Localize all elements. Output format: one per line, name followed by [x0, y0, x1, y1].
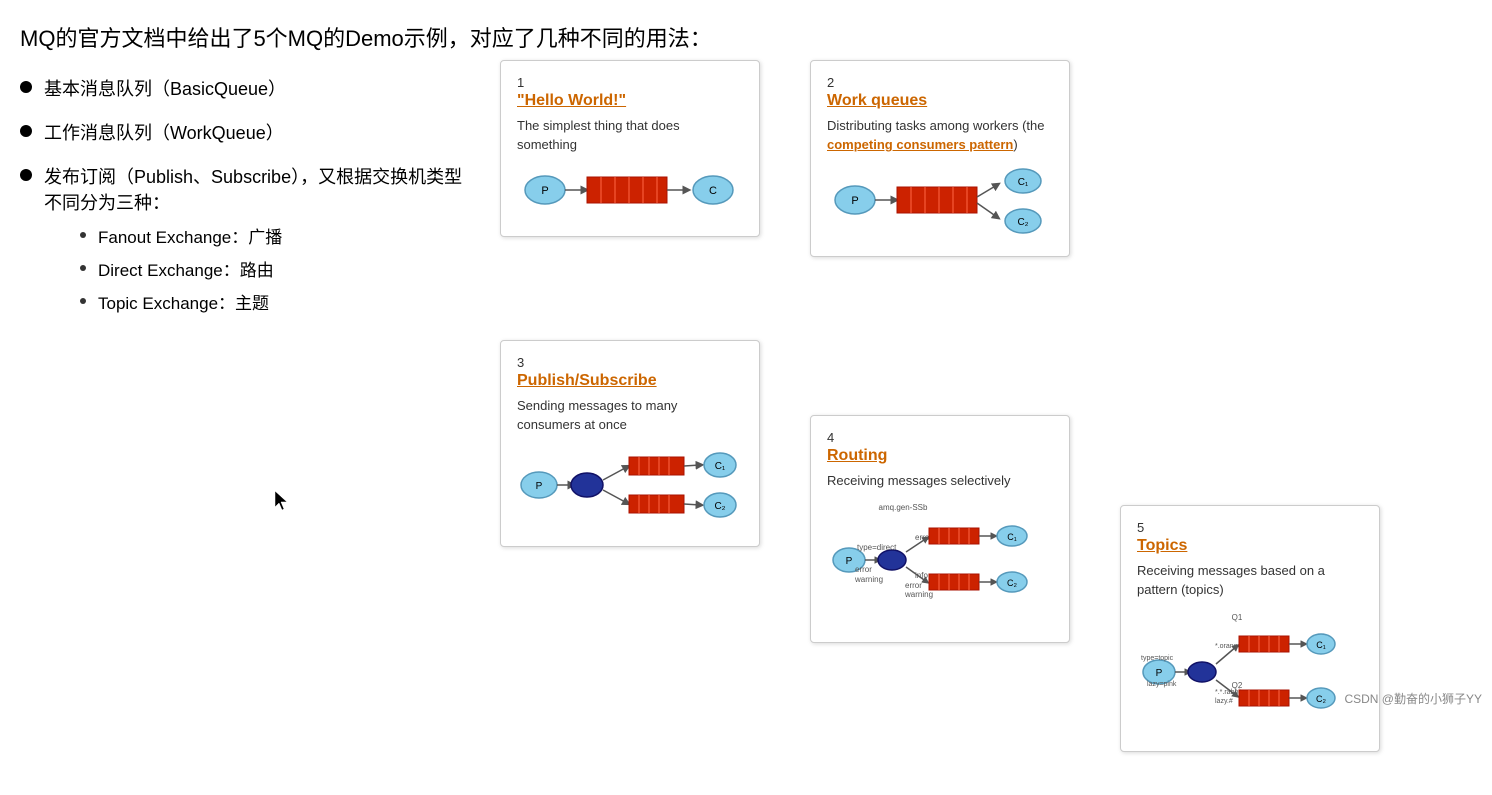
- card5-number: 5: [1137, 520, 1363, 535]
- svg-text:lazy=pink: lazy=pink: [1147, 681, 1177, 688]
- svg-text:P: P: [851, 195, 858, 207]
- card2-desc: Distributing tasks among workers (the co…: [827, 116, 1053, 241]
- bullet-text-1: 基本消息队列（BasicQueue）: [44, 75, 286, 101]
- card-publish-subscribe: 3 Publish/Subscribe Sending messages to …: [500, 340, 760, 548]
- card-topics: 5 Topics Receiving messages based on a p…: [1120, 505, 1380, 753]
- sub-dot-1: [80, 232, 86, 238]
- card1-number: 1: [517, 75, 743, 90]
- svg-text:Q2: Q2: [1232, 681, 1243, 690]
- sub-bullet-1: Fanout Exchange：广播: [80, 223, 480, 248]
- bullet-dot-1: [20, 81, 32, 93]
- bullet-item-3: 发布订阅（Publish、Subscribe），又根据交换机类型不同分为三种： …: [20, 163, 480, 314]
- svg-text:C₁: C₁: [715, 461, 726, 472]
- card1-diagram: P C: [517, 165, 743, 221]
- svg-text:Q1: Q1: [1232, 613, 1243, 622]
- svg-text:lazy.#: lazy.#: [1215, 698, 1233, 705]
- bullet-dot-2: [20, 125, 32, 137]
- card5-title[interactable]: Topics: [1137, 537, 1187, 554]
- card4-diagram: amq.gen-SSb P type=direct error warning: [827, 500, 1053, 626]
- svg-text:warning: warning: [904, 590, 933, 599]
- card3-number: 3: [517, 355, 743, 370]
- card5-desc: Receiving messages based on a pattern (t…: [1137, 561, 1363, 736]
- svg-text:P: P: [846, 556, 853, 567]
- svg-text:amq.gen-SSb: amq.gen-SSb: [879, 503, 928, 512]
- card-work-queues: 2 Work queues Distributing tasks among w…: [810, 60, 1070, 258]
- svg-text:warning: warning: [854, 575, 883, 584]
- svg-text:C₂: C₂: [714, 501, 725, 512]
- card4-desc: Receiving messages selectively amq.gen-S…: [827, 471, 1053, 626]
- sub-bullet-text-2: Direct Exchange：路由: [98, 256, 274, 281]
- sub-bullet-text-1: Fanout Exchange：广播: [98, 223, 282, 248]
- svg-text:C₂: C₂: [1007, 578, 1017, 588]
- card-routing: 4 Routing Receiving messages selectively…: [810, 415, 1070, 643]
- svg-text:C₁: C₁: [1018, 177, 1029, 188]
- card2-number: 2: [827, 75, 1053, 90]
- bullet-dot-3: [20, 169, 32, 181]
- svg-text:C₁: C₁: [1007, 532, 1017, 542]
- card1-desc: The simplest thing that does something P: [517, 116, 743, 221]
- card3-desc: Sending messages to many consumers at on…: [517, 396, 743, 531]
- bullet-item-2: 工作消息队列（WorkQueue）: [20, 119, 480, 145]
- left-list: 基本消息队列（BasicQueue） 工作消息队列（WorkQueue） 发布订…: [20, 75, 500, 324]
- bullet-text-3: 发布订阅（Publish、Subscribe），又根据交换机类型不同分为三种：: [44, 163, 480, 215]
- card5-diagram: Q1 P type=topic lazy=pink *.orange.*: [1137, 610, 1363, 736]
- sub-bullet-2: Direct Exchange：路由: [80, 256, 480, 281]
- bullet-text-2: 工作消息队列（WorkQueue）: [44, 119, 284, 145]
- sub-dot-2: [80, 265, 86, 271]
- svg-text:C₂: C₂: [1316, 694, 1326, 704]
- svg-text:type=direct: type=direct: [857, 543, 897, 552]
- card2-title[interactable]: Work queues: [827, 92, 927, 109]
- card4-number: 4: [827, 430, 1053, 445]
- svg-text:error: error: [905, 581, 922, 590]
- svg-text:type=topic: type=topic: [1141, 655, 1174, 662]
- bullet-item-1: 基本消息队列（BasicQueue）: [20, 75, 480, 101]
- card-hello-world: 1 "Hello World!" The simplest thing that…: [500, 60, 760, 238]
- card2-diagram: P: [827, 165, 1053, 241]
- svg-text:C: C: [709, 185, 717, 197]
- sub-bullets: Fanout Exchange：广播 Direct Exchange：路由 To…: [80, 223, 480, 314]
- svg-text:P: P: [1156, 668, 1163, 679]
- sub-bullet-text-3: Topic Exchange：主题: [98, 289, 269, 314]
- sub-dot-3: [80, 298, 86, 304]
- svg-text:error: error: [855, 565, 872, 574]
- svg-text:P: P: [536, 481, 543, 492]
- card1-title[interactable]: "Hello World!": [517, 92, 626, 109]
- card4-title[interactable]: Routing: [827, 447, 887, 464]
- card2-link[interactable]: competing consumers pattern: [827, 137, 1013, 152]
- main-title: MQ的官方文档中给出了5个MQ的Demo示例，对应了几种不同的用法：: [20, 24, 1472, 55]
- svg-text:C₁: C₁: [1316, 640, 1326, 650]
- cards-area: 1 "Hello World!" The simplest thing that…: [500, 75, 1472, 775]
- card3-diagram: P: [517, 445, 743, 531]
- svg-text:P: P: [541, 185, 548, 197]
- svg-text:C₂: C₂: [1017, 217, 1028, 228]
- card3-title[interactable]: Publish/Subscribe: [517, 372, 657, 389]
- sub-bullet-3: Topic Exchange：主题: [80, 289, 480, 314]
- watermark: CSDN @勤奋的小狮子YY: [1344, 690, 1482, 707]
